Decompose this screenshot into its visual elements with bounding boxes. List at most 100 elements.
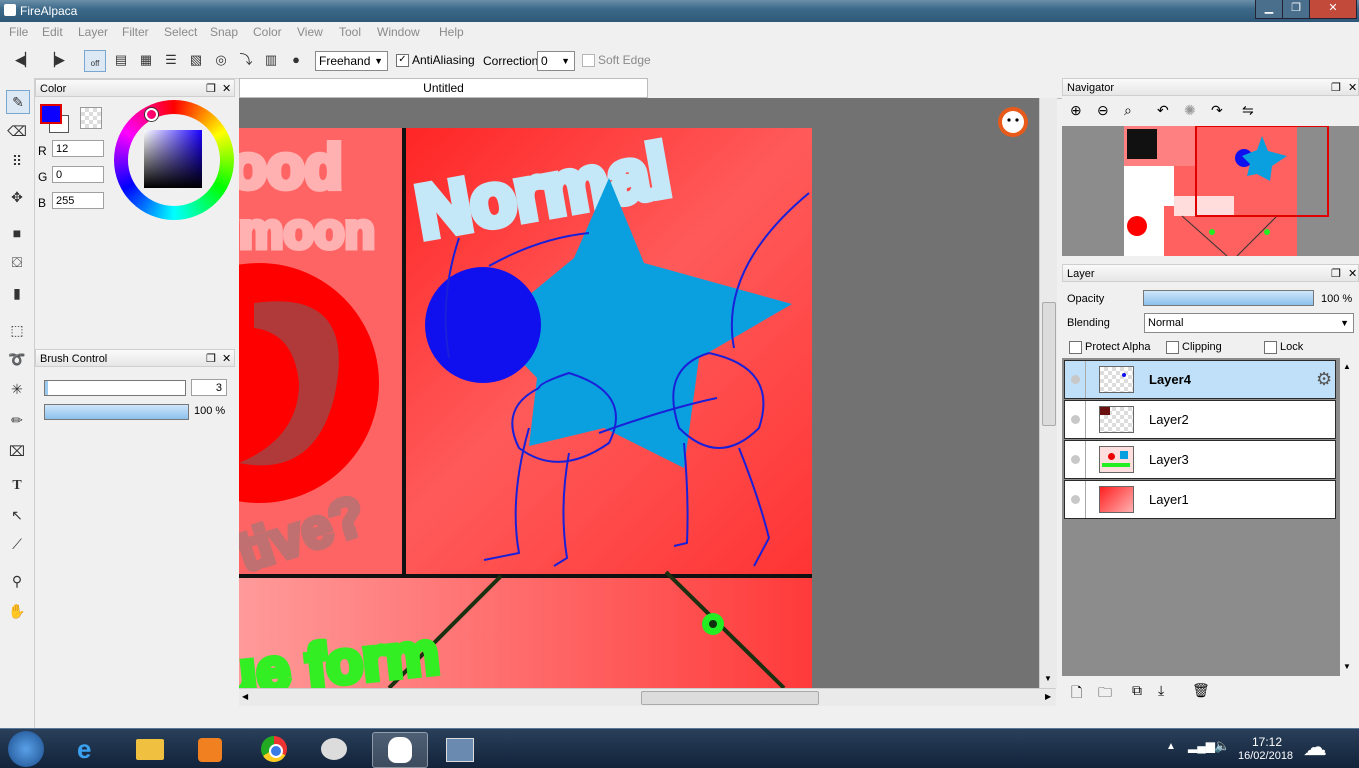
explorer-taskbar-icon[interactable] <box>123 732 177 766</box>
blending-select[interactable]: Normal ▼ <box>1144 313 1354 333</box>
vertical-scroll-thumb[interactable] <box>1042 302 1056 426</box>
brush-size-field[interactable]: 3 <box>191 379 227 396</box>
fill-rect-tool-icon[interactable]: ■ <box>6 222 28 244</box>
snap-parallel-icon[interactable]: ▤ <box>111 50 131 70</box>
ie-taskbar-icon[interactable]: e <box>63 732 117 766</box>
close-icon[interactable]: ✕ <box>1348 79 1357 97</box>
layer-row-layer4[interactable]: Layer4 ⚙ <box>1064 360 1336 399</box>
menu-edit[interactable]: Edit <box>42 25 63 39</box>
firealpaca-taskbar-icon[interactable] <box>372 732 428 768</box>
zoom-in-icon[interactable]: ⊕ <box>1070 102 1082 119</box>
divide-tool-icon[interactable]: ⟋ <box>6 533 28 555</box>
restore-icon[interactable]: ❐ <box>206 80 216 98</box>
vertical-scrollbar[interactable]: ▼ <box>1039 98 1057 688</box>
lock-checkbox[interactable] <box>1264 341 1277 354</box>
magic-wand-tool-icon[interactable]: ✳ <box>6 378 28 400</box>
menu-layer[interactable]: Layer <box>78 25 108 39</box>
scroll-down-icon[interactable]: ▼ <box>1343 662 1351 671</box>
eyedropper-tool-icon[interactable]: ⚲ <box>6 570 28 592</box>
media-player-taskbar-icon[interactable] <box>183 732 237 766</box>
document-tab[interactable]: Untitled <box>239 78 648 98</box>
r-value-field[interactable]: 12 <box>52 140 104 157</box>
zoom-out-icon[interactable]: ⊖ <box>1097 102 1109 119</box>
clock-time[interactable]: 17:12 <box>1252 735 1282 749</box>
select-eraser-tool-icon[interactable]: ⌧ <box>6 440 28 462</box>
duplicate-layer-icon[interactable]: ⧉ <box>1132 682 1142 699</box>
scroll-down-icon[interactable]: ▼ <box>1044 674 1052 683</box>
scroll-left-icon[interactable]: ◀ <box>242 692 248 701</box>
menu-view[interactable]: View <box>297 25 323 39</box>
visibility-icon[interactable] <box>1071 415 1080 424</box>
snap-off-button[interactable]: off <box>84 50 106 72</box>
flip-icon[interactable]: ⇋ <box>1242 102 1254 119</box>
minimize-button[interactable]: ▁ <box>1255 0 1283 19</box>
restore-icon[interactable]: ❐ <box>206 350 216 368</box>
chrome-taskbar-icon[interactable] <box>247 732 301 766</box>
close-button[interactable]: ✕ <box>1309 0 1357 19</box>
close-icon[interactable]: ✕ <box>222 350 231 368</box>
maximize-button[interactable]: ❐ <box>1282 0 1310 19</box>
scroll-right-icon[interactable]: ▶ <box>1045 692 1051 701</box>
menu-file[interactable]: File <box>9 25 28 39</box>
brush-opacity-slider[interactable] <box>44 404 189 420</box>
dot-tool-icon[interactable]: ⠿ <box>6 150 28 172</box>
menu-select[interactable]: Select <box>164 25 197 39</box>
canvas-area[interactable]: ood moon tive? Normal ue form <box>239 98 1039 688</box>
menu-snap[interactable]: Snap <box>210 25 238 39</box>
start-button[interactable] <box>8 731 44 767</box>
menu-window[interactable]: Window <box>377 25 420 39</box>
move-tool-icon[interactable]: ✥ <box>6 186 28 208</box>
layer-row-layer2[interactable]: Layer2 <box>1064 400 1336 439</box>
horizontal-scroll-thumb[interactable] <box>641 691 819 705</box>
prev-icon[interactable]: ◀▏ <box>15 50 35 70</box>
zoom-fit-icon[interactable]: ⌕ <box>1124 102 1132 119</box>
select-pen-tool-icon[interactable]: ✏ <box>6 409 28 431</box>
visibility-icon[interactable] <box>1071 455 1080 464</box>
snap-concentric-icon[interactable]: ◎ <box>211 50 231 70</box>
bucket-tool-icon[interactable]: ⛋ <box>6 251 28 273</box>
snap-3d-icon[interactable]: ▥ <box>261 50 281 70</box>
antialiasing-checkbox[interactable]: ✓ <box>396 54 409 67</box>
brush-tool-icon[interactable]: ✎ <box>6 90 30 114</box>
paint-taskbar-icon[interactable] <box>307 732 361 766</box>
snap-curve-icon[interactable]: ⤵ <box>236 50 256 70</box>
close-icon[interactable]: ✕ <box>1348 265 1357 283</box>
layer-row-layer3[interactable]: Layer3 <box>1064 440 1336 479</box>
text-tool-icon[interactable]: T <box>6 475 28 497</box>
navigator-preview[interactable] <box>1062 125 1359 257</box>
new-folder-icon[interactable]: 🗀 <box>1098 682 1112 706</box>
layer-opacity-slider[interactable] <box>1143 290 1314 306</box>
volume-icon[interactable]: 🔈 <box>1214 738 1230 754</box>
new-layer-icon[interactable]: 🗋 <box>1071 682 1082 706</box>
hand-tool-icon[interactable]: ✋ <box>6 600 28 622</box>
next-icon[interactable]: ▕▶ <box>45 50 65 70</box>
reset-rotation-icon[interactable]: ✺ <box>1184 102 1196 119</box>
gradient-tool-icon[interactable]: ▮ <box>6 282 28 304</box>
visibility-icon[interactable] <box>1071 495 1080 504</box>
select-tool-icon[interactable]: ⬚ <box>6 319 28 341</box>
cloud-icon[interactable]: ☁ <box>1303 733 1327 762</box>
drawing-canvas[interactable]: ood moon tive? Normal ue form <box>239 98 1039 688</box>
menu-color[interactable]: Color <box>253 25 282 39</box>
g-value-field[interactable]: 0 <box>52 166 104 183</box>
operation-tool-icon[interactable]: ↖ <box>6 504 28 526</box>
snap-grid-icon[interactable]: ▦ <box>136 50 156 70</box>
clipping-checkbox[interactable] <box>1166 341 1179 354</box>
protect-alpha-checkbox[interactable] <box>1069 341 1082 354</box>
eraser-tool-icon[interactable]: ⌫ <box>6 120 28 142</box>
gear-icon[interactable]: ⚙ <box>1316 369 1332 390</box>
close-icon[interactable]: ✕ <box>222 80 231 98</box>
menu-help[interactable]: Help <box>439 25 464 39</box>
restore-icon[interactable]: ❐ <box>1331 265 1341 283</box>
delete-layer-icon[interactable]: 🗑 <box>1192 682 1210 699</box>
b-value-field[interactable]: 255 <box>52 192 104 209</box>
restore-icon[interactable]: ❐ <box>1331 79 1341 97</box>
soft-edge-checkbox[interactable] <box>582 54 595 67</box>
menu-tool[interactable]: Tool <box>339 25 361 39</box>
rotate-right-icon[interactable]: ↷ <box>1211 102 1223 119</box>
snap-perspective-icon[interactable]: ▧ <box>186 50 206 70</box>
network-icon[interactable]: ▂▄▆ <box>1188 739 1215 753</box>
correction-select[interactable]: 0 ▼ <box>537 51 575 71</box>
layer-list-scrollbar[interactable]: ▲ ▼ <box>1340 358 1356 676</box>
menu-filter[interactable]: Filter <box>122 25 149 39</box>
